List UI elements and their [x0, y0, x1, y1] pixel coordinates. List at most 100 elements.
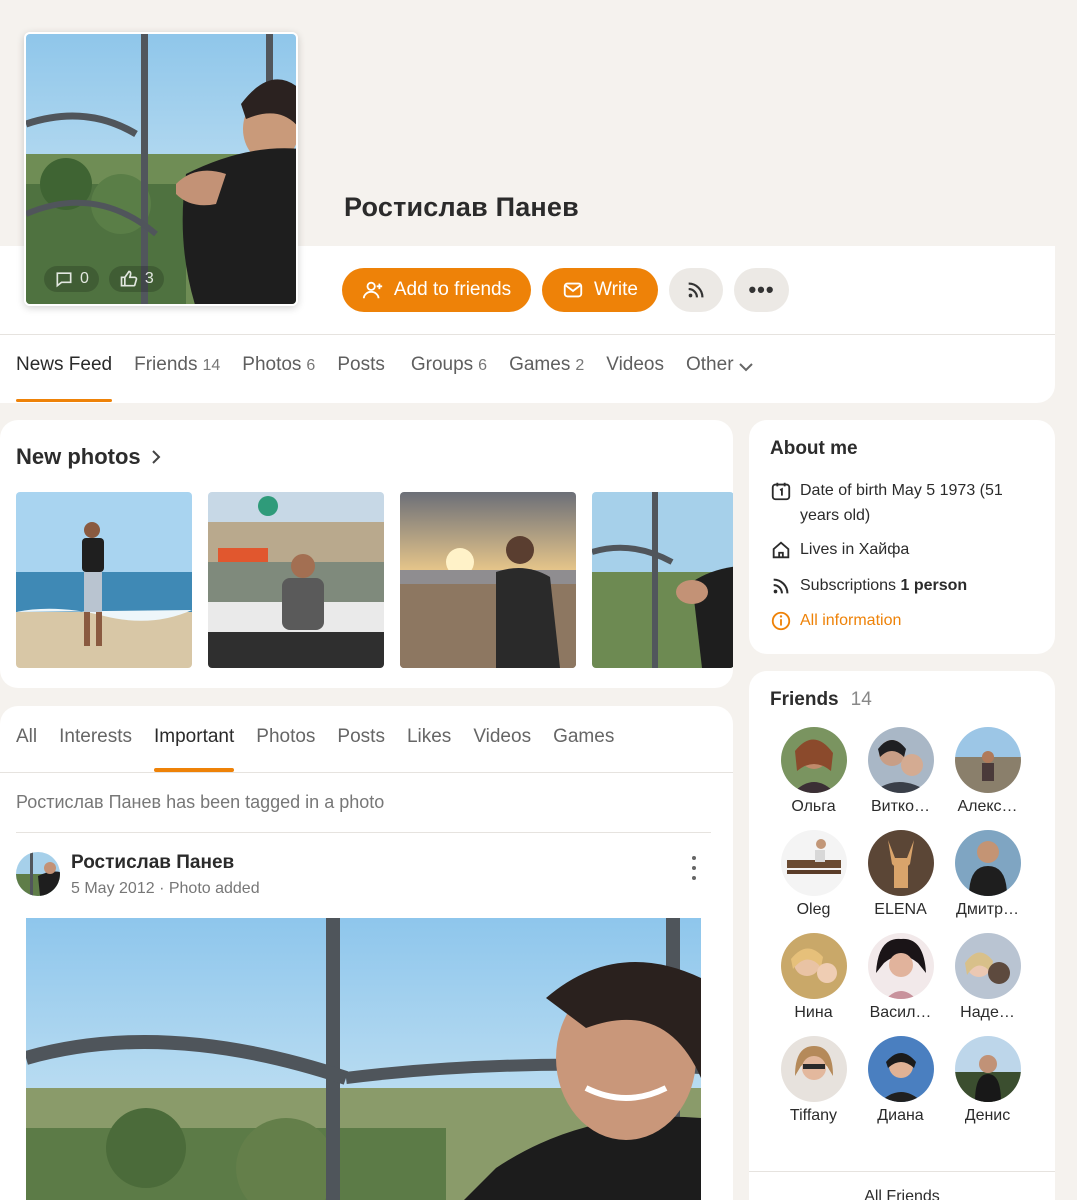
tab-other[interactable]: Other — [686, 354, 753, 402]
all-information-link[interactable]: All information — [770, 608, 901, 633]
friend-avatar — [867, 933, 934, 999]
friend-avatar — [780, 830, 847, 896]
post-date[interactable]: 5 May 2012 — [71, 880, 155, 897]
about-me-title: About me — [770, 438, 858, 459]
friend-item[interactable]: Дмитр… — [944, 830, 1031, 919]
post-meta-separator: · — [159, 880, 165, 897]
friend-item[interactable]: Нина — [770, 933, 857, 1022]
friend-avatar — [780, 727, 847, 793]
friend-avatar — [954, 727, 1021, 793]
add-to-friends-button[interactable]: Add to friends — [342, 268, 531, 312]
friend-name: Витко… — [870, 798, 930, 815]
friend-name: Денис — [964, 1107, 1011, 1124]
friend-item[interactable]: Наде… — [944, 933, 1031, 1022]
friends-title[interactable]: Friends 14 — [770, 689, 872, 711]
add-to-friends-label: Add to friends — [393, 279, 512, 300]
friends-count: 14 — [850, 689, 872, 710]
feed-tab-posts[interactable]: Posts — [337, 726, 385, 772]
avatar-comments[interactable]: 0 — [44, 266, 99, 292]
feed-divider — [0, 772, 733, 773]
avatar-likes[interactable]: 3 — [108, 266, 164, 292]
tab-games[interactable]: Games 2 — [509, 354, 584, 402]
friend-name: ELENA — [874, 901, 927, 918]
photo-thumb-balcony[interactable] — [592, 492, 733, 668]
friend-item[interactable]: Ольга — [770, 727, 857, 816]
photo-thumb-boat[interactable] — [208, 492, 384, 668]
friends-grid: Ольга Витко… Алекс… Oleg ELENA Дмитр… Ни… — [770, 727, 1031, 1125]
write-label: Write — [594, 279, 638, 300]
about-lives-row: Lives in Хайфа — [770, 537, 909, 562]
friend-item[interactable]: Диана — [857, 1036, 944, 1125]
avatar-likes-count: 3 — [144, 270, 154, 287]
all-friends-link[interactable]: All Friends — [749, 1188, 1055, 1200]
rss-icon — [773, 578, 789, 594]
friend-item[interactable]: Денис — [944, 1036, 1031, 1125]
post-options-icon[interactable] — [686, 856, 702, 880]
friend-name: Алекс… — [957, 798, 1018, 815]
like-icon — [120, 270, 138, 287]
friend-name: Диана — [877, 1107, 924, 1124]
friend-avatar — [867, 830, 934, 896]
feed-filter-tabs: All Interests Important Photos Posts Lik… — [16, 726, 636, 772]
friend-avatar — [954, 830, 1021, 896]
profile-avatar[interactable]: 0 3 — [24, 32, 298, 306]
about-birth-line1: Date of birth May 5 1973 (51 — [800, 482, 1003, 499]
profile-name: Ростислав Панев — [344, 192, 579, 222]
about-birth-line2: years old) — [800, 507, 871, 524]
photo-thumb-beach[interactable] — [16, 492, 192, 668]
friend-name: Васил… — [869, 1004, 932, 1021]
add-user-icon — [362, 281, 383, 299]
post-author-name[interactable]: Ростислав Панев — [71, 852, 234, 874]
new-photos-card: New photos — [0, 420, 733, 688]
friend-item[interactable]: Васил… — [857, 933, 944, 1022]
friend-name: Ольга — [791, 798, 836, 815]
friend-item[interactable]: Алекс… — [944, 727, 1031, 816]
feed-divider — [16, 832, 711, 833]
about-subscriptions-label: Subscriptions — [800, 577, 901, 594]
friend-avatar — [780, 933, 847, 999]
friend-item[interactable]: Oleg — [770, 830, 857, 919]
all-information-label: All information — [800, 612, 902, 629]
tab-videos[interactable]: Videos — [606, 354, 664, 402]
feed-card: All Interests Important Photos Posts Lik… — [0, 706, 733, 1200]
friend-avatar — [867, 1036, 934, 1102]
feed-tab-likes[interactable]: Likes — [407, 726, 451, 772]
feed-tab-videos[interactable]: Videos — [473, 726, 531, 772]
comment-icon — [56, 272, 72, 288]
more-options-button[interactable]: ••• — [734, 268, 789, 312]
subscribe-button[interactable] — [669, 268, 723, 312]
tab-posts[interactable]: Posts — [337, 354, 385, 402]
profile-tabs: News Feed Friends 14 Photos 6 Posts Groups… — [16, 354, 775, 402]
friend-item[interactable]: Tiffany — [770, 1036, 857, 1125]
friend-item[interactable]: ELENA — [857, 830, 944, 919]
new-photos-header[interactable]: New photos — [16, 444, 161, 470]
post-photo[interactable] — [26, 918, 701, 1200]
header-divider — [0, 334, 1055, 335]
tab-friends[interactable]: Friends 14 — [134, 354, 220, 402]
feed-tab-games[interactable]: Games — [553, 726, 614, 772]
feed-tab-photos[interactable]: Photos — [256, 726, 315, 772]
friend-name: Нина — [794, 1004, 833, 1021]
friends-card: Friends 14 Ольга Витко… Алекс… Oleg ELENA… — [749, 671, 1055, 1200]
friends-divider — [749, 1171, 1055, 1172]
mail-icon — [563, 282, 583, 298]
about-subscriptions-value: 1 person — [900, 577, 968, 594]
feed-tab-interests[interactable]: Interests — [59, 726, 132, 772]
write-button[interactable]: Write — [542, 268, 658, 312]
about-subscriptions-row[interactable]: Subscriptions 1 person — [770, 573, 967, 598]
friend-avatar — [954, 1036, 1021, 1102]
post-meta: 5 May 2012 · Photo added — [71, 880, 260, 898]
friend-name: Наде… — [960, 1004, 1015, 1021]
feed-tab-all[interactable]: All — [16, 726, 37, 772]
about-birth-row: Date of birth May 5 1973 (51 years old) — [770, 478, 1003, 528]
calendar-icon — [771, 482, 791, 501]
chevron-right-icon — [151, 450, 161, 464]
tab-groups[interactable]: Groups 6 — [411, 354, 487, 402]
post-author-avatar[interactable] — [16, 852, 60, 896]
feed-tab-important[interactable]: Important — [154, 726, 235, 772]
tab-photos[interactable]: Photos 6 — [242, 354, 315, 402]
photo-thumb-sunset[interactable] — [400, 492, 576, 668]
friend-avatar — [780, 1036, 847, 1102]
tab-news-feed[interactable]: News Feed — [16, 354, 113, 402]
friend-item[interactable]: Витко… — [857, 727, 944, 816]
